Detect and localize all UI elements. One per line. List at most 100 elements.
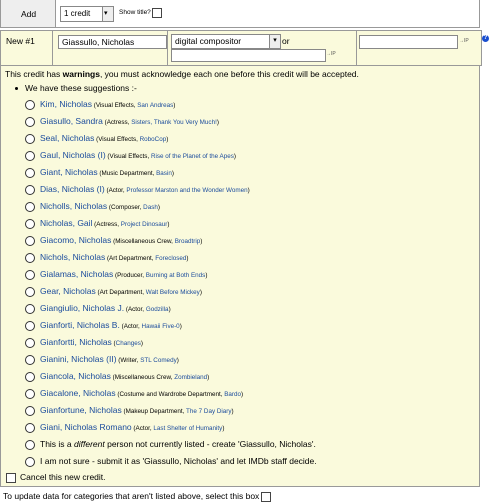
radio-button[interactable] (25, 337, 35, 348)
list-item[interactable]: Gianfortune, Nicholas (Makeup Department… (25, 405, 317, 422)
suggestion-title[interactable]: Sisters, Thank You Very Much! (131, 119, 217, 126)
list-item[interactable]: Nicholas, Gail (Actress, Project Dinosau… (25, 218, 317, 235)
suggestion-title[interactable]: Rise of the Planet of the Apes (151, 153, 234, 160)
list-item[interactable]: Gianini, Nicholas (II) (Writer, STL Come… (25, 354, 317, 371)
list-item[interactable]: Gianforti, Nicholas B. (Actor, Hawaii Fi… (25, 320, 317, 337)
suggestion-title[interactable]: STL Comedy (140, 357, 177, 364)
radio-button[interactable] (25, 99, 35, 110)
radio-button[interactable] (25, 167, 35, 178)
suggestion-title[interactable]: Dash (143, 204, 158, 211)
suggestion-title[interactable]: The 7 Day Diary (186, 408, 232, 415)
different-person-label: This is a different person not currently… (40, 439, 316, 449)
suggestion-title[interactable]: Basin (156, 170, 172, 177)
suggestion-title[interactable]: Bardo (224, 391, 241, 398)
radio-button[interactable] (25, 116, 35, 127)
radio-button[interactable] (25, 354, 35, 365)
list-item[interactable]: Nichols, Nicholas (Art Department, Forec… (25, 252, 317, 269)
list-item[interactable]: Giani, Nicholas Romano (Actor, Last Shel… (25, 422, 317, 439)
custom-role-input[interactable] (171, 49, 326, 62)
radio-button[interactable] (25, 133, 35, 144)
suggestion-name[interactable]: Seal, Nicholas (40, 133, 94, 143)
suggestion-name[interactable]: Gianforti, Nicholas B. (40, 320, 120, 330)
suggestion-title[interactable]: Broadtrip (175, 238, 201, 245)
ip-arrow-icon[interactable]: →IP (326, 51, 336, 57)
radio-button[interactable] (25, 422, 35, 433)
suggestion-name[interactable]: Gianfortti, Nicholas (40, 337, 112, 347)
show-title-checkbox[interactable] (152, 8, 162, 18)
list-item[interactable]: Nicholls, Nicholas (Composer, Dash) (25, 201, 317, 218)
suggestion-title[interactable]: Walt Before Mickey (146, 289, 200, 296)
radio-button[interactable] (25, 388, 35, 399)
suggestion-name[interactable]: Nichols, Nicholas (40, 252, 105, 262)
cancel-credit-option[interactable]: Cancel this new credit. (6, 472, 106, 483)
credit-count-select[interactable]: 1 credit ▾ (60, 6, 114, 22)
list-item[interactable]: Giacalone, Nicholas (Costume and Wardrob… (25, 388, 317, 405)
different-person-option[interactable]: This is a different person not currently… (25, 439, 317, 456)
list-item[interactable]: Gaul, Nicholas (I) (Visual Effects, Rise… (25, 150, 317, 167)
suggestion-name[interactable]: Gianini, Nicholas (II) (40, 354, 117, 364)
role-select[interactable]: digital compositor ▾ (171, 34, 281, 49)
list-item[interactable]: Dias, Nicholas (I) (Actor, Professor Mar… (25, 184, 317, 201)
suggestion-name[interactable]: Giacomo, Nicholas (40, 235, 111, 245)
attribute-input[interactable] (359, 35, 458, 49)
list-item[interactable]: Giasullo, Sandra (Actress, Sisters, Than… (25, 116, 317, 133)
list-item[interactable]: Giangiulio, Nicholas J. (Actor, Godzilla… (25, 303, 317, 320)
radio-button[interactable] (25, 439, 35, 450)
suggestion-name[interactable]: Giacalone, Nicholas (40, 388, 116, 398)
update-categories-checkbox[interactable] (261, 491, 272, 502)
suggestion-name[interactable]: Giani, Nicholas Romano (40, 422, 132, 432)
not-sure-option[interactable]: I am not sure - submit it as 'Giassullo,… (25, 456, 317, 473)
suggestion-title[interactable]: Godzilla (146, 306, 169, 313)
ip-arrow-icon[interactable]: →IP (459, 38, 469, 44)
suggestion-title[interactable]: Last Shelter of Humanity (153, 425, 222, 432)
suggestion-name[interactable]: Nicholas, Gail (40, 218, 92, 228)
help-icon[interactable]: ? (482, 35, 489, 42)
suggestion-title[interactable]: Burning at Both Ends (146, 272, 206, 279)
radio-button[interactable] (25, 320, 35, 331)
suggestion-name[interactable]: Nicholls, Nicholas (40, 201, 107, 211)
radio-button[interactable] (25, 303, 35, 314)
list-item[interactable]: Gear, Nicholas (Art Department, Walt Bef… (25, 286, 317, 303)
list-item[interactable]: Kim, Nicholas (Visual Effects, San Andre… (25, 99, 317, 116)
suggestion-name[interactable]: Dias, Nicholas (I) (40, 184, 105, 194)
list-item[interactable]: Gialamas, Nicholas (Producer, Burning at… (25, 269, 317, 286)
radio-button[interactable] (25, 405, 35, 416)
suggestion-title[interactable]: Hawaii Five-0 (142, 323, 180, 330)
suggestion-title[interactable]: Professor Marston and the Wonder Women (126, 187, 247, 194)
suggestion-name[interactable]: Kim, Nicholas (40, 99, 92, 109)
suggestion-title[interactable]: Zombieland (174, 374, 207, 381)
list-item[interactable]: Giancola, Nicholas (Miscellaneous Crew, … (25, 371, 317, 388)
list-item[interactable]: Giant, Nicholas (Music Department, Basin… (25, 167, 317, 184)
radio-button[interactable] (25, 150, 35, 161)
radio-button[interactable] (25, 184, 35, 195)
suggestion-title[interactable]: San Andreas (137, 102, 173, 109)
suggestion-title[interactable]: Project Dinosaur (121, 221, 168, 228)
suggestion-name[interactable]: Gaul, Nicholas (I) (40, 150, 106, 160)
suggestion-name[interactable]: Giasullo, Sandra (40, 116, 103, 126)
suggestion-title[interactable]: Changes (116, 340, 141, 347)
radio-button[interactable] (25, 269, 35, 280)
bullet-icon (15, 87, 18, 90)
suggestion-name[interactable]: Gear, Nicholas (40, 286, 96, 296)
suggestion-title[interactable]: RoboCop (140, 136, 167, 143)
suggestion-name[interactable]: Gianfortune, Nicholas (40, 405, 122, 415)
name-input[interactable]: Giassullo, Nicholas (58, 35, 167, 49)
radio-button[interactable] (25, 371, 35, 382)
chevron-down-icon[interactable]: ▾ (269, 35, 280, 48)
radio-button[interactable] (25, 201, 35, 212)
suggestion-name[interactable]: Giant, Nicholas (40, 167, 98, 177)
suggestion-name[interactable]: Giangiulio, Nicholas J. (40, 303, 124, 313)
suggestion-name[interactable]: Giancola, Nicholas (40, 371, 111, 381)
suggestion-title[interactable]: Foreclosed (155, 255, 186, 262)
radio-button[interactable] (25, 456, 35, 467)
list-item[interactable]: Seal, Nicholas (Visual Effects, RoboCop) (25, 133, 317, 150)
suggestion-name[interactable]: Gialamas, Nicholas (40, 269, 113, 279)
radio-button[interactable] (25, 235, 35, 246)
list-item[interactable]: Giacomo, Nicholas (Miscellaneous Crew, B… (25, 235, 317, 252)
cancel-credit-checkbox[interactable] (6, 472, 16, 483)
list-item[interactable]: Gianfortti, Nicholas (Changes) (25, 337, 317, 354)
radio-button[interactable] (25, 286, 35, 297)
radio-button[interactable] (25, 252, 35, 263)
radio-button[interactable] (25, 218, 35, 229)
chevron-down-icon[interactable]: ▾ (102, 7, 113, 21)
